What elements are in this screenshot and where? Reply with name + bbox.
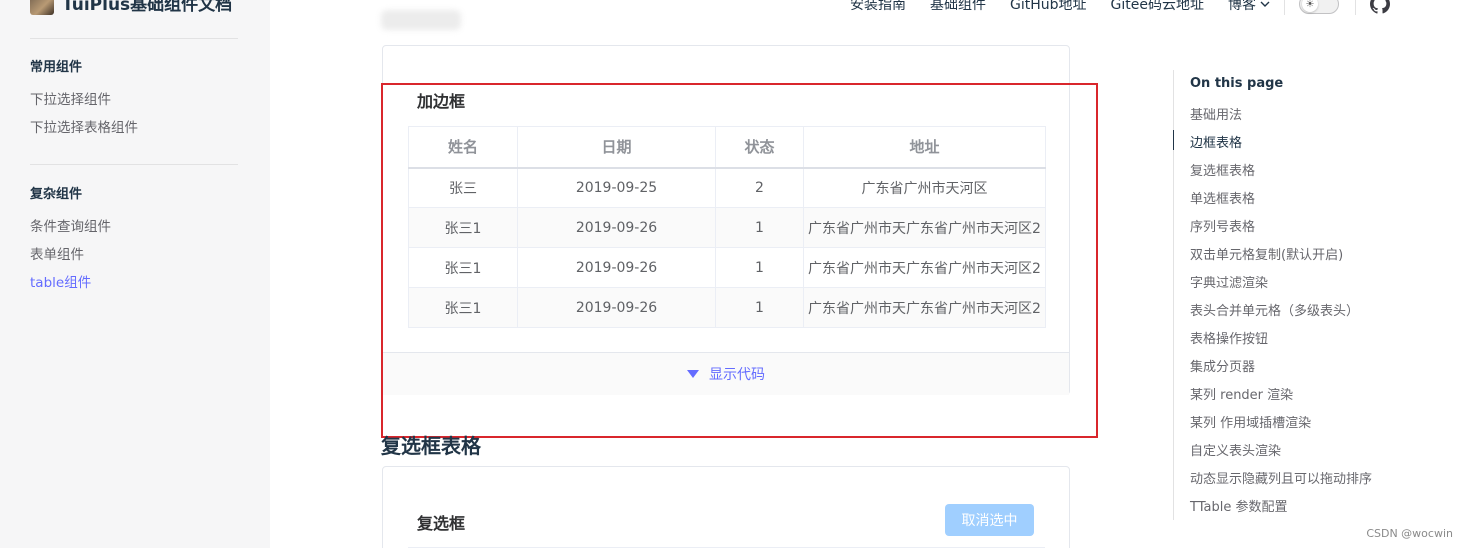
table-row[interactable]: 张三1 2019-09-26 1 广东省广州市天广东省广州市天河区2 (408, 287, 1046, 328)
sidebar-item-select-table[interactable]: 下拉选择表格组件 (30, 116, 138, 136)
toc-item[interactable]: 序列号表格 (1190, 216, 1255, 235)
sun-icon: ☀ (1301, 0, 1318, 12)
nav-link-install[interactable]: 安装指南 (850, 0, 906, 14)
table-cell[interactable]: 1 (715, 247, 804, 288)
chevron-down-icon (1260, 1, 1270, 7)
toc-item[interactable]: 集成分页器 (1190, 356, 1255, 375)
table-cell[interactable]: 广东省广州市天广东省广州市天河区2 (803, 207, 1046, 248)
sidebar-item-form[interactable]: 表单组件 (30, 243, 84, 263)
brand-logo (30, 0, 54, 15)
section-heading: 复选框表格 (381, 434, 481, 458)
table-cell[interactable]: 张三1 (408, 247, 518, 288)
column-header[interactable]: 日期 (517, 126, 716, 168)
nav-dropdown-blog[interactable]: 博客 (1228, 0, 1270, 14)
deselect-button[interactable]: 取消选中 (945, 504, 1034, 536)
table-cell[interactable]: 张三 (408, 167, 518, 208)
caret-down-icon (687, 370, 699, 378)
toc-item[interactable]: 表头合并单元格（多级表头） (1190, 300, 1359, 319)
table-cell[interactable]: 2019-09-26 (517, 287, 716, 328)
column-header[interactable]: 姓名 (408, 126, 518, 168)
table-row[interactable]: 张三1 2019-09-26 1 广东省广州市天广东省广州市天河区2 (408, 207, 1046, 248)
border-table: 姓名 日期 状态 地址 张三 2019-09-25 2 广东省广州市天河区 张三… (408, 126, 1046, 328)
toc-item[interactable]: 边框表格 (1190, 132, 1242, 151)
column-header[interactable]: 状态 (715, 126, 804, 168)
toc-item[interactable]: 自定义表头渲染 (1190, 440, 1281, 459)
table-cell[interactable]: 广东省广州市天广东省广州市天河区2 (803, 247, 1046, 288)
nav-link-github[interactable]: GitHub地址 (1010, 0, 1087, 14)
toc-item[interactable]: 双击单元格复制(默认开启) (1190, 244, 1343, 263)
table-row[interactable]: 张三1 2019-09-26 1 广东省广州市天广东省广州市天河区2 (408, 247, 1046, 288)
toc-item[interactable]: 某列 render 渲染 (1190, 384, 1293, 403)
sidebar-divider (30, 38, 238, 39)
table-cell[interactable]: 2 (715, 167, 804, 208)
sidebar: TuiPlus基础组件文档 常用组件 下拉选择组件 下拉选择表格组件 复杂组件 … (0, 0, 270, 548)
theme-toggle[interactable]: ☀ (1298, 0, 1339, 14)
table-cell[interactable]: 2019-09-25 (517, 167, 716, 208)
toc-item[interactable]: 动态显示隐藏列且可以拖动排序 (1190, 468, 1372, 487)
table-row[interactable]: 张三 2019-09-25 2 广东省广州市天河区 (408, 167, 1046, 208)
table-header-row: 姓名 日期 状态 地址 (408, 126, 1046, 168)
brand[interactable]: TuiPlus基础组件文档 (30, 0, 232, 15)
sidebar-group-title: 复杂组件 (30, 187, 83, 202)
brand-title: TuiPlus基础组件文档 (62, 0, 233, 15)
toc-active-marker (1173, 130, 1174, 150)
table-cell[interactable]: 2019-09-26 (517, 247, 716, 288)
blurred-section-heading (381, 10, 461, 30)
toc-item[interactable]: 字典过滤渲染 (1190, 272, 1268, 291)
sidebar-item-table[interactable]: table组件 (30, 271, 91, 291)
column-header[interactable]: 地址 (803, 126, 1046, 168)
nav-dropdown-label: 博客 (1227, 0, 1256, 13)
toc-item[interactable]: 表格操作按钮 (1190, 328, 1268, 347)
toc-item[interactable]: 单选框表格 (1190, 188, 1255, 207)
sidebar-group-title: 常用组件 (30, 60, 83, 75)
toc-item[interactable]: 基础用法 (1190, 104, 1242, 123)
table-cell[interactable]: 1 (715, 287, 804, 328)
table-of-contents: On this page 基础用法边框表格复选框表格单选框表格序列号表格双击单元… (1173, 70, 1433, 520)
demo-title: 加边框 (417, 92, 466, 111)
toc-item[interactable]: 某列 作用域插槽渲染 (1190, 412, 1311, 431)
toc-title: On this page (1190, 76, 1284, 91)
table-cell[interactable]: 广东省广州市天广东省广州市天河区2 (803, 287, 1046, 328)
sidebar-item-select[interactable]: 下拉选择组件 (30, 88, 111, 108)
watermark: CSDN @wocwin (1366, 527, 1453, 540)
table-cell[interactable]: 1 (715, 207, 804, 248)
nav-link-gitee[interactable]: Gitee码云地址 (1111, 0, 1204, 14)
table-cell[interactable]: 2019-09-26 (517, 207, 716, 248)
demo-title: 复选框 (417, 514, 466, 533)
nav-separator (1283, 0, 1285, 15)
toc-item[interactable]: TTable 参数配置 (1190, 496, 1287, 515)
sidebar-item-query[interactable]: 条件查询组件 (30, 215, 111, 235)
sidebar-divider (30, 164, 238, 165)
top-nav: 安装指南 基础组件 GitHub地址 Gitee码云地址 博客 ☀ (850, 0, 1390, 16)
nav-link-basic[interactable]: 基础组件 (930, 0, 986, 14)
show-code-label: 显示代码 (709, 367, 765, 383)
github-icon[interactable] (1369, 0, 1390, 14)
table-cell[interactable]: 张三1 (408, 287, 518, 328)
table-cell[interactable]: 广东省广州市天河区 (803, 167, 1046, 208)
table-cell[interactable]: 张三1 (408, 207, 518, 248)
nav-separator (1354, 0, 1356, 15)
demo-card-checkbox: 复选框 取消选中 (382, 466, 1070, 548)
demo-card-border: 加边框 姓名 日期 状态 地址 张三 2019-09-25 2 广东省广州市天河… (382, 45, 1070, 395)
toc-item[interactable]: 复选框表格 (1190, 160, 1255, 179)
show-code-button[interactable]: 显示代码 (383, 352, 1069, 395)
